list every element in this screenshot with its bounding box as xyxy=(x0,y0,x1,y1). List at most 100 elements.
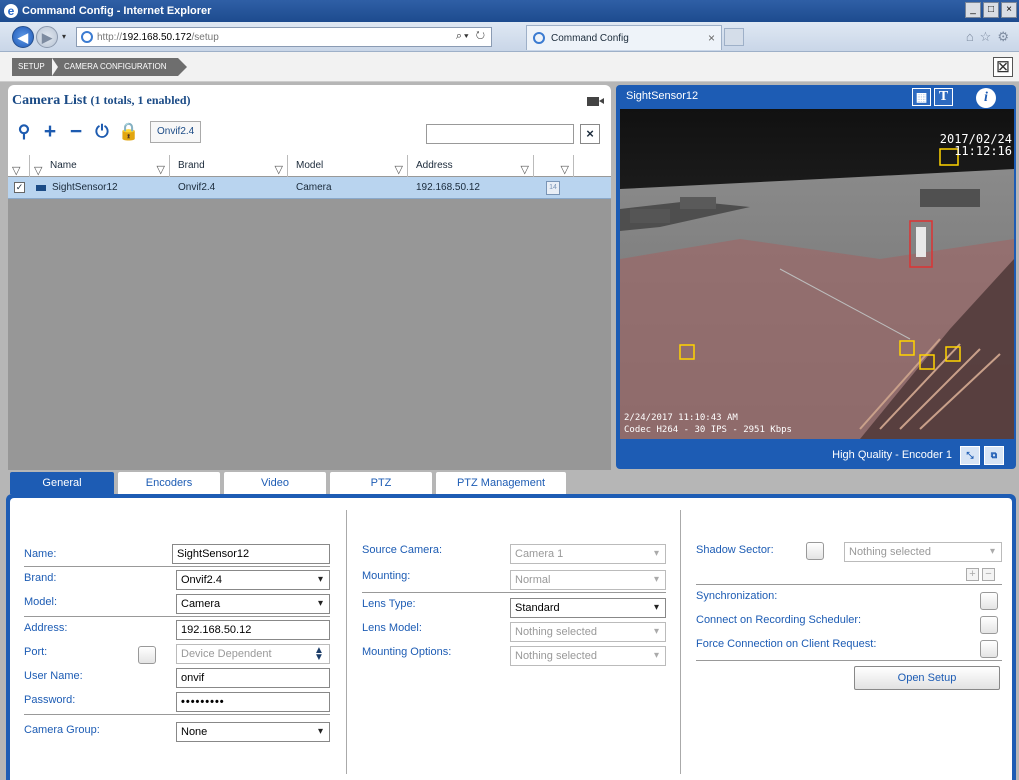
config-tabs: General Encoders Video PTZ PTZ Managemen… xyxy=(10,472,570,494)
tab-ptz-management[interactable]: PTZ Management xyxy=(436,472,566,494)
camera-icon xyxy=(36,185,46,191)
shadow-sector-checkbox[interactable] xyxy=(806,542,824,560)
camera-list-toolbar: ⚲ + − ⏻ 🔒 Onvif2.4 xyxy=(14,121,202,143)
history-dropdown-icon[interactable]: ▾ xyxy=(62,32,66,41)
camera-group-label: Camera Group: xyxy=(24,724,100,736)
text-overlay-button[interactable]: T xyxy=(934,88,953,106)
port-label: Port: xyxy=(24,646,48,658)
tab-video[interactable]: Video xyxy=(224,472,326,494)
stream-settings-icon[interactable]: ⤡ xyxy=(960,446,980,465)
remove-sector-icon[interactable]: − xyxy=(982,568,995,581)
forward-button[interactable]: ▶ xyxy=(36,26,58,48)
address-input[interactable]: 192.168.50.12 xyxy=(176,620,330,640)
brand-select[interactable]: Onvif2.4 xyxy=(176,570,330,590)
camera-list-title-text: Camera List xyxy=(12,93,88,108)
username-input[interactable]: onvif xyxy=(176,668,330,688)
power-button[interactable]: ⏻ xyxy=(92,121,112,143)
back-button[interactable]: ◀ xyxy=(12,26,34,48)
col-check[interactable]: ▽ xyxy=(8,155,30,177)
camera-grid: ▽ ▽ Name ▽ Brand ▽ Model ▽ Address ▽ ▽ ✓ Sigh… xyxy=(8,155,611,470)
tab-ptz[interactable]: PTZ xyxy=(330,472,432,494)
name-input[interactable]: SightSensor12 xyxy=(172,544,330,564)
column-divider xyxy=(680,510,681,774)
row-checkbox[interactable]: ✓ xyxy=(14,182,25,193)
window-close-button[interactable]: × xyxy=(1001,2,1017,18)
mounting-label: Mounting: xyxy=(362,570,411,582)
lens-model-select[interactable]: Nothing selected xyxy=(510,622,666,642)
col-brand[interactable]: Brand ▽ xyxy=(170,155,288,177)
camera-group-select[interactable]: None xyxy=(176,722,330,742)
col-model-label: Model xyxy=(296,160,324,171)
new-tab-button[interactable] xyxy=(724,28,744,46)
add-camera-button[interactable]: + xyxy=(40,121,60,143)
col-name[interactable]: ▽ Name ▽ xyxy=(30,155,170,177)
mounting-options-select[interactable]: Nothing selected xyxy=(510,646,666,666)
minimize-button[interactable]: _ xyxy=(965,2,981,18)
col-model[interactable]: Model ▽ xyxy=(288,155,408,177)
cell-schedule[interactable]: 14 xyxy=(534,177,574,198)
port-spinner-icon[interactable]: ▲ ▼ xyxy=(314,646,324,663)
search-button[interactable]: ⚲ xyxy=(14,121,34,143)
camera-search-input[interactable] xyxy=(426,124,574,144)
port-input[interactable]: Device Dependent xyxy=(176,644,330,664)
ie-logo-icon: e xyxy=(4,4,18,18)
grid-header: ▽ ▽ Name ▽ Brand ▽ Model ▽ Address ▽ ▽ xyxy=(8,155,611,177)
row-checkbox-cell[interactable]: ✓ xyxy=(8,177,30,198)
shadow-sector-select[interactable]: Nothing selected xyxy=(844,542,1002,562)
breadcrumb-camera-configuration[interactable]: CAMERA CONFIGURATION xyxy=(52,58,187,76)
mounting-select[interactable]: Normal xyxy=(510,570,666,590)
cell-name: SightSensor12 xyxy=(52,182,118,193)
name-label: Name: xyxy=(24,548,57,560)
add-sector-icon[interactable]: + xyxy=(966,568,979,581)
tab-general[interactable]: General xyxy=(10,472,114,494)
address-bar[interactable]: http://192.168.50.172/setup ⌕▾ ↻ xyxy=(76,27,492,47)
col-schedule[interactable]: ▽ xyxy=(534,155,574,177)
brand-filter-chip[interactable]: Onvif2.4 xyxy=(150,121,202,143)
breadcrumb-setup[interactable]: SETUP xyxy=(12,58,58,76)
lens-type-select[interactable]: Standard xyxy=(510,598,666,618)
force-connection-label: Force Connection on Client Request: xyxy=(696,638,877,650)
password-input[interactable]: ••••••••• xyxy=(176,692,330,712)
grid-overlay-button[interactable]: ▦ xyxy=(912,88,931,106)
tab-encoders[interactable]: Encoders xyxy=(118,472,220,494)
video-feed[interactable]: 2017/02/24 11:12:16 2/24/2017 11:10:43 A… xyxy=(620,109,1014,439)
separator xyxy=(362,592,666,593)
mounting-options-label: Mounting Options: xyxy=(362,646,452,658)
open-setup-button[interactable]: Open Setup xyxy=(854,666,1000,690)
close-setup-button[interactable]: ⊠ xyxy=(993,57,1013,77)
source-camera-label: Source Camera: xyxy=(362,544,443,556)
col-address[interactable]: Address ▽ xyxy=(408,155,534,177)
address-controls-icon[interactable]: ⌕▾ ↻ xyxy=(456,30,487,43)
video-codec-info: Codec H264 - 30 IPS - 2951 Kbps xyxy=(624,425,792,435)
maximize-button[interactable]: □ xyxy=(983,2,999,18)
remove-camera-button[interactable]: − xyxy=(66,121,86,143)
video-preview-panel: SightSensor12 ▦ T i 2017/02/24 11:12:16 … xyxy=(616,85,1016,469)
video-timestamp: 2/24/2017 11:10:43 AM xyxy=(624,413,738,423)
table-row[interactable]: ✓ SightSensor12 Onvif2.4 Camera 192.168.… xyxy=(8,177,611,199)
lens-type-label: Lens Type: xyxy=(362,598,416,610)
browser-tab[interactable]: Command Config × xyxy=(526,25,722,50)
video-title: SightSensor12 xyxy=(626,90,699,102)
lens-model-label: Lens Model: xyxy=(362,622,422,634)
calendar-icon[interactable]: 14 xyxy=(546,181,560,195)
separator xyxy=(696,660,1002,661)
tab-close-icon[interactable]: × xyxy=(708,31,715,45)
home-favorites-tools-icons[interactable]: ⌂☆⚙ xyxy=(966,29,1015,45)
source-camera-select[interactable]: Camera 1 xyxy=(510,544,666,564)
brand-label: Brand: xyxy=(24,572,57,584)
lock-button[interactable]: 🔒 xyxy=(118,121,139,143)
connect-scheduler-checkbox[interactable] xyxy=(980,616,998,634)
model-select[interactable]: Camera xyxy=(176,594,330,614)
video-camera-icon xyxy=(587,97,604,106)
info-icon[interactable]: i xyxy=(976,88,996,108)
synchronization-checkbox[interactable] xyxy=(980,592,998,610)
window-title: Command Config - Internet Explorer xyxy=(22,5,212,17)
cell-brand: Onvif2.4 xyxy=(178,182,216,193)
url-host: 192.168.50.172 xyxy=(122,31,192,43)
force-connection-checkbox[interactable] xyxy=(980,640,998,658)
stream-switch-icon[interactable]: ⧉ xyxy=(984,446,1004,465)
shadow-sector-label: Shadow Sector: xyxy=(696,544,774,556)
port-override-checkbox[interactable] xyxy=(138,646,156,664)
clear-search-button[interactable]: × xyxy=(580,124,600,144)
browser-tab-title: Command Config xyxy=(551,32,629,44)
